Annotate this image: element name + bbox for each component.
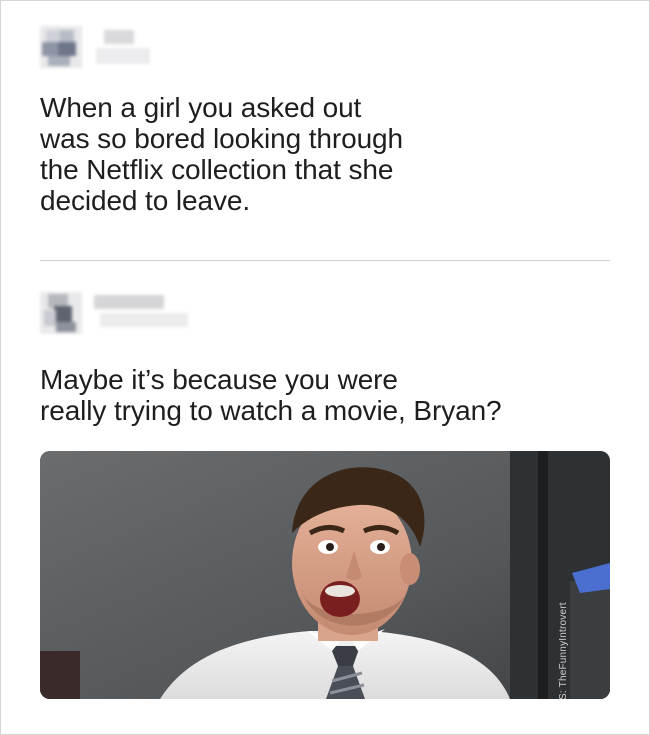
tweet-1-text: When a girl you asked out was so bored l… bbox=[40, 92, 403, 216]
avatar[interactable] bbox=[40, 26, 82, 68]
divider bbox=[40, 260, 610, 261]
tweet-2-text: Maybe it’s because you were really tryin… bbox=[40, 364, 502, 426]
gif-illustration bbox=[40, 451, 610, 699]
author-name-blurred[interactable] bbox=[96, 30, 150, 66]
avatar[interactable] bbox=[40, 292, 82, 334]
watermark: S: TheFunnyIntrovert bbox=[558, 602, 569, 700]
author-name-blurred[interactable] bbox=[94, 295, 190, 329]
reaction-gif[interactable] bbox=[40, 451, 610, 699]
